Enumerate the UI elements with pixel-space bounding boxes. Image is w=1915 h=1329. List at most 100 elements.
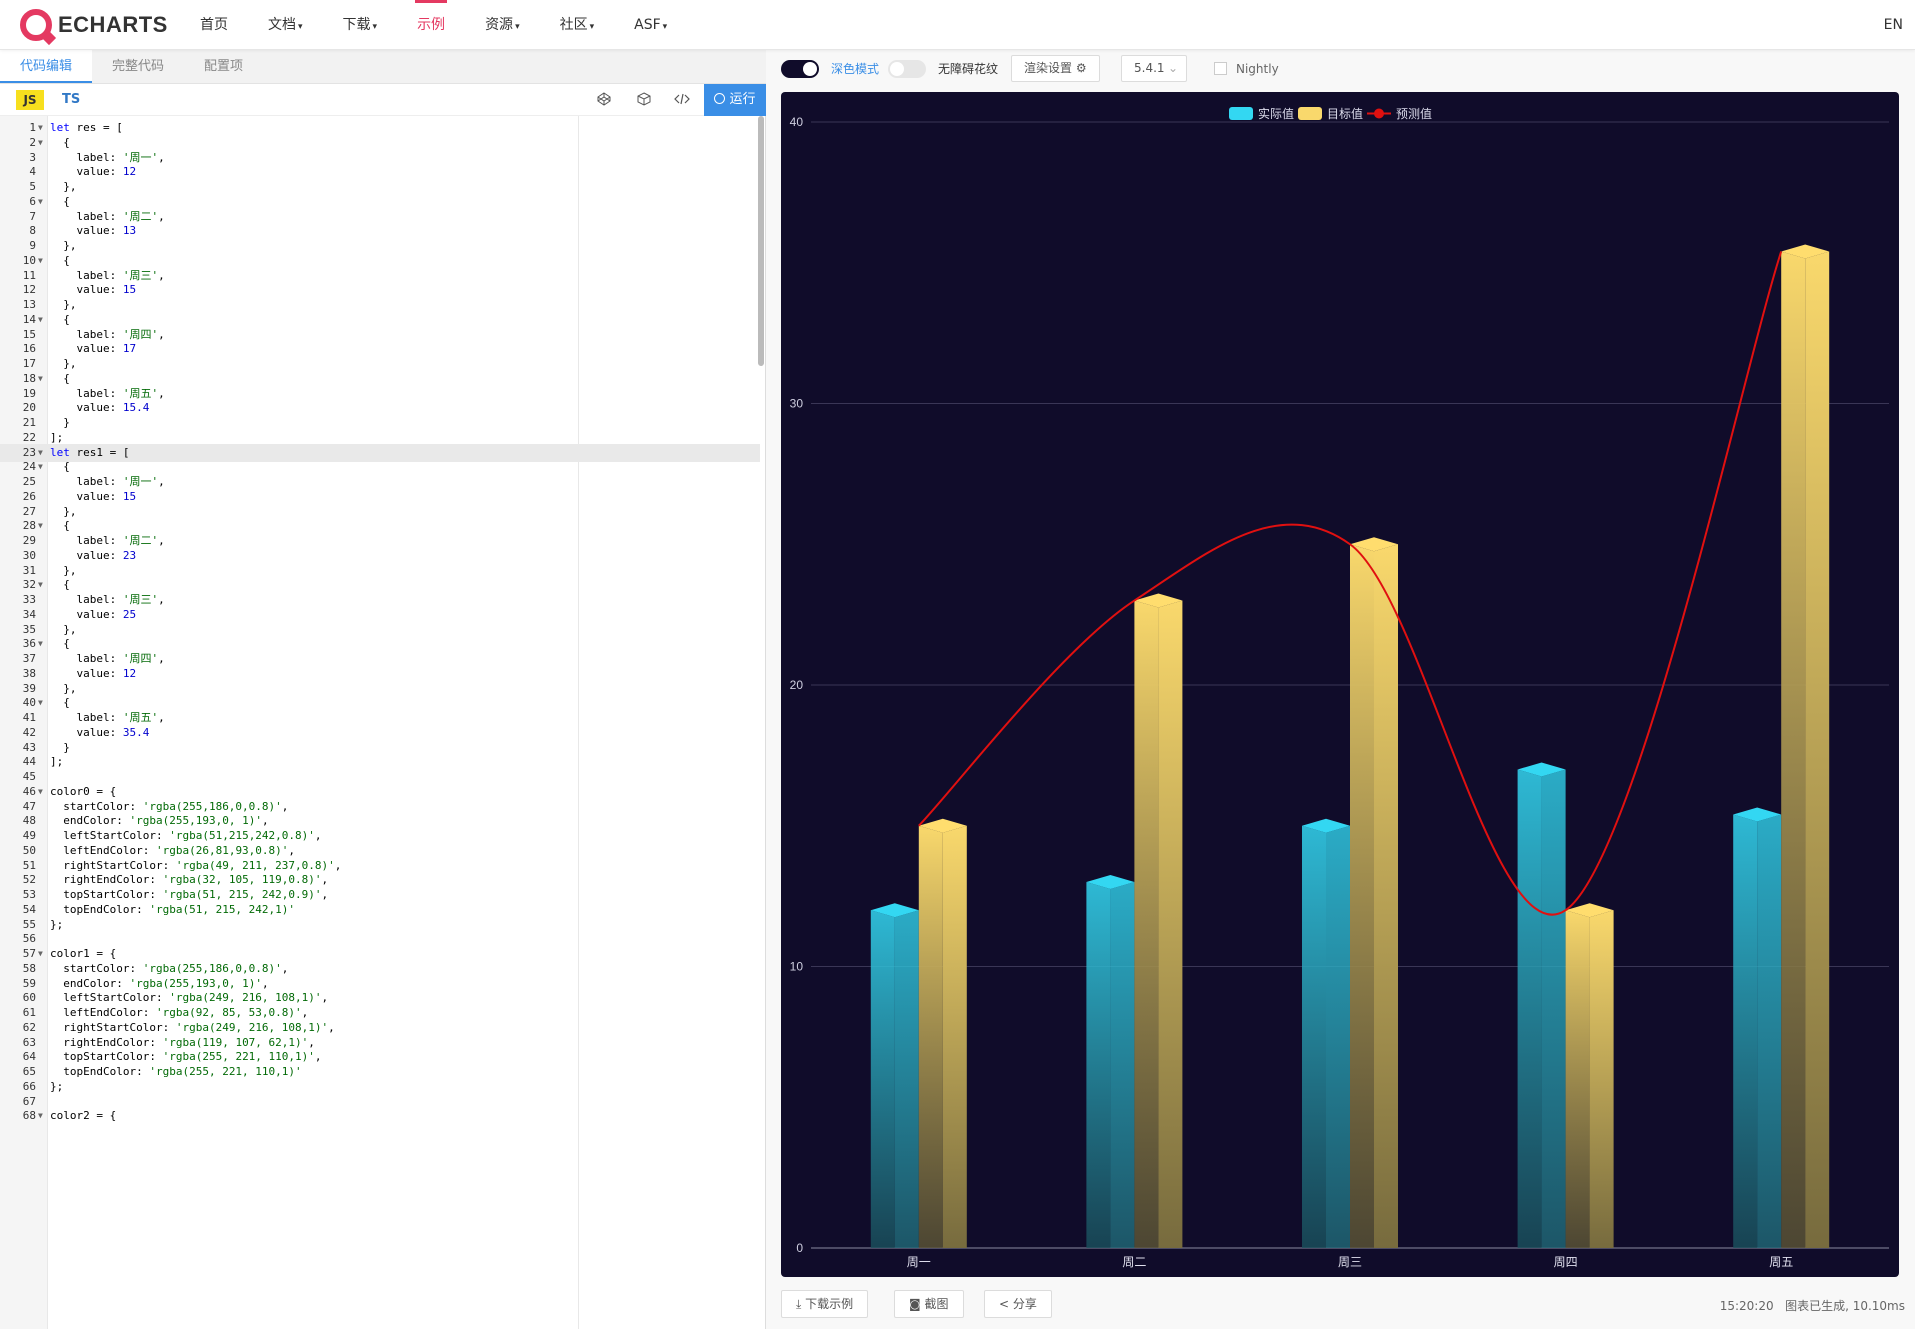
bar-actual-right <box>1326 825 1350 1248</box>
toggle-knob <box>890 62 904 76</box>
aria-toggle[interactable] <box>888 60 926 78</box>
bar-actual-right <box>1757 814 1782 1248</box>
nav-item[interactable]: 资源 ▾ <box>465 0 540 50</box>
bar-target <box>1134 593 1183 1248</box>
editor-tab[interactable]: 代码编辑 <box>0 50 93 83</box>
ts-toggle[interactable]: TS <box>62 90 80 110</box>
legend-marker <box>1374 108 1384 119</box>
editor-tabs: 代码编辑 完整代码 配置项 <box>0 50 766 84</box>
y-tick-label: 30 <box>790 397 804 411</box>
dark-mode-label: 深色模式 <box>831 62 880 76</box>
screenshot-button[interactable]: ◙ 截图 <box>894 1290 964 1318</box>
bar-target-right <box>1374 544 1398 1248</box>
bar-actual-right <box>1110 882 1135 1248</box>
nav-item[interactable]: 首页 <box>180 0 248 50</box>
bar-actual-left <box>1302 825 1326 1248</box>
render-status: 图表已生成, 10.10ms <box>1785 1299 1905 1313</box>
download-example-button[interactable]: ⤓ 下载示例 <box>781 1290 869 1318</box>
gear-icon: ⚙ <box>1075 61 1087 75</box>
preview-toolbar: 深色模式 无障碍花纹 渲染设置 ⚙ 5.4.1 ⌄ Nightly <box>766 50 1915 88</box>
nav-item-label: 文档 <box>268 17 296 33</box>
nav-item-label: ASF <box>634 17 661 33</box>
bar-target <box>1781 244 1830 1249</box>
caret-down-icon: ▾ <box>298 22 303 32</box>
caret-down-icon: ▾ <box>589 22 595 32</box>
bar-actual-right <box>1541 769 1566 1248</box>
nav-item[interactable]: ASF ▾ <box>614 0 687 50</box>
bar-target <box>1350 537 1398 1248</box>
chart-container[interactable]: 0 10 20 30 40 周一 周二 周三 周四 周五 实际值 目标值 预测值 <box>781 92 1899 1277</box>
bar-actual <box>870 903 919 1248</box>
screenshot-label: 截图 <box>924 1297 949 1311</box>
dark-mode-toggle[interactable] <box>781 60 819 78</box>
x-tick-label: 周一 <box>907 1255 931 1269</box>
codepen-icon[interactable] <box>596 92 612 108</box>
bar-actual <box>1302 818 1350 1248</box>
nav-item[interactable]: 文档 ▾ <box>248 0 323 50</box>
nav-item-label: 社区 <box>559 17 588 33</box>
legend-swatch <box>1298 107 1322 120</box>
echarts-logo[interactable]: ECHARTS <box>20 8 168 42</box>
bar-actual <box>1733 807 1782 1248</box>
code-line[interactable]: 68 ▼ color2 = { <box>0 1107 760 1125</box>
line-number: 68 <box>22 1109 36 1123</box>
legend-label: 目标值 <box>1327 106 1363 121</box>
y-tick-label: 0 <box>796 1241 803 1255</box>
logo-icon <box>20 9 52 41</box>
run-label: 运行 <box>729 92 756 107</box>
bottom-bar: ⤓ 下载示例 ◙ 截图 < 分享 15:20:20 图表已生成, 10.10ms <box>766 1288 1915 1322</box>
bar-target <box>918 818 967 1248</box>
code-editor-panel: 代码编辑 完整代码 配置项 JS TS 运行 1 ▼ let res = [2 ▼ {3 … <box>0 50 766 1329</box>
fold-arrow-icon[interactable]: ▼ <box>38 1107 43 1125</box>
share-button[interactable]: < 分享 <box>984 1290 1052 1318</box>
render-settings-label: 渲染设置 <box>1024 61 1073 75</box>
language-switch[interactable]: EN <box>1884 0 1903 50</box>
x-tick-label: 周四 <box>1554 1255 1578 1269</box>
share-label: 分享 <box>1012 1297 1037 1311</box>
nav-item-label: 首页 <box>200 17 228 33</box>
bar-target-right <box>1158 600 1183 1248</box>
caret-down-icon: ▾ <box>515 22 520 32</box>
toggle-knob <box>803 62 817 76</box>
aria-label: 无障碍花纹 <box>938 62 999 76</box>
codesandbox-icon[interactable] <box>636 92 652 108</box>
top-navbar: ECHARTS 首页 文档 ▾ 下载 ▾ 示例 资源 ▾ 社区 ▾ ASF ▾ EN <box>0 0 1915 50</box>
nav-item[interactable]: 下载 ▾ <box>323 0 398 50</box>
camera-icon: ◙ <box>909 1297 921 1311</box>
code-text: color2 = { <box>50 1109 117 1123</box>
render-settings-button[interactable]: 渲染设置 ⚙ <box>1011 55 1100 82</box>
editor-tab[interactable]: 完整代码 <box>92 50 184 83</box>
run-button[interactable]: 运行 <box>704 84 766 116</box>
nightly-checkbox[interactable] <box>1214 62 1227 75</box>
render-time: 15:20:20 <box>1719 1299 1774 1313</box>
download-icon: ⤓ <box>796 1297 802 1311</box>
legend: 实际值 目标值 预测值 <box>1229 106 1432 121</box>
nav-item-label: 资源 <box>485 17 514 33</box>
js-toggle[interactable]: JS <box>16 90 44 110</box>
download-label: 下载示例 <box>805 1297 854 1311</box>
language-bar: JS TS 运行 <box>0 84 766 116</box>
y-tick-label: 40 <box>790 115 804 129</box>
status-text: 15:20:20 图表已生成, 10.10ms <box>1720 1297 1905 1314</box>
code-area[interactable]: 1 ▼ let res = [2 ▼ {3 label: '周一', 4 value: … <box>0 116 766 1329</box>
bar-target <box>1565 903 1614 1248</box>
chevron-down-icon: ⌄ <box>1167 61 1178 75</box>
bar-actual-left <box>1086 882 1111 1248</box>
bar-actual-right <box>894 910 919 1248</box>
bar-target-left <box>1134 600 1159 1248</box>
x-tick-label: 周二 <box>1122 1255 1146 1269</box>
version-select[interactable]: 5.4.1 ⌄ <box>1121 55 1187 82</box>
share-icon: < <box>999 1297 1010 1311</box>
nav-item[interactable]: 示例 <box>397 0 465 50</box>
code-format-icon[interactable] <box>674 92 690 108</box>
x-tick-label: 周三 <box>1338 1255 1362 1269</box>
version-value: 5.4.1 <box>1134 61 1165 75</box>
nightly-label: Nightly <box>1236 62 1279 76</box>
play-icon <box>714 93 726 104</box>
nav-item[interactable]: 社区 ▾ <box>540 0 615 50</box>
bar-actual-left <box>1733 814 1758 1248</box>
legend-label: 预测值 <box>1396 106 1432 121</box>
editor-tab[interactable]: 配置项 <box>184 50 263 83</box>
bar-target-right <box>1805 251 1830 1249</box>
y-tick-label: 10 <box>790 960 804 974</box>
